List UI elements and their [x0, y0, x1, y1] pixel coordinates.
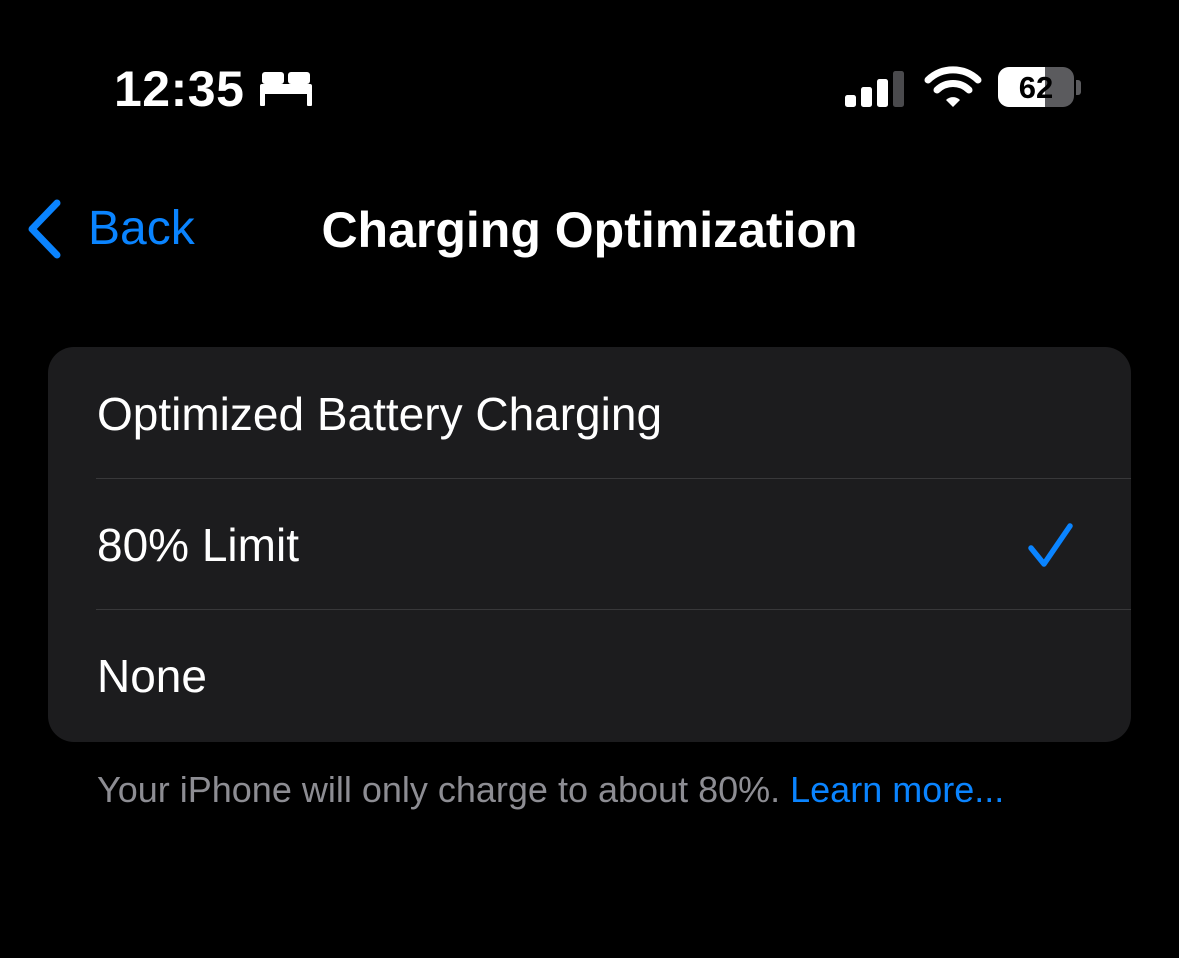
footer-note: Your iPhone will only charge to about 80… [97, 764, 1004, 816]
option-label: 80% Limit [97, 519, 299, 571]
option-label: None [97, 650, 207, 702]
screen: 12:35 62 Back Charging Optimization Opti… [0, 0, 1179, 958]
signal-bar [893, 71, 904, 107]
option-80-percent-limit[interactable]: 80% Limit [48, 478, 1131, 609]
footer-text: Your iPhone will only charge to about 80… [97, 769, 781, 810]
status-bar: 12:35 62 [0, 0, 1179, 180]
checkmark-icon [1028, 523, 1073, 567]
navigation-bar: Back Charging Optimization [0, 180, 1179, 280]
learn-more-link[interactable]: Learn more... [790, 769, 1004, 810]
option-optimized-battery-charging[interactable]: Optimized Battery Charging [48, 347, 1131, 478]
signal-bar [861, 87, 872, 107]
wifi-icon [924, 66, 982, 107]
battery-percent: 62 [1018, 70, 1054, 105]
option-none[interactable]: None [48, 609, 1131, 740]
status-time: 12:35 [114, 61, 245, 117]
signal-bar [845, 95, 856, 107]
battery-body: 62 [998, 67, 1074, 107]
battery-icon: 62 [998, 67, 1082, 109]
signal-bar [877, 79, 888, 107]
option-label: Optimized Battery Charging [97, 388, 663, 440]
charging-options-list: Optimized Battery Charging 80% Limit Non… [48, 347, 1131, 742]
page-title: Charging Optimization [321, 202, 858, 258]
battery-nub [1076, 80, 1081, 95]
bed-icon [260, 72, 312, 106]
cellular-signal-icon [845, 71, 904, 107]
